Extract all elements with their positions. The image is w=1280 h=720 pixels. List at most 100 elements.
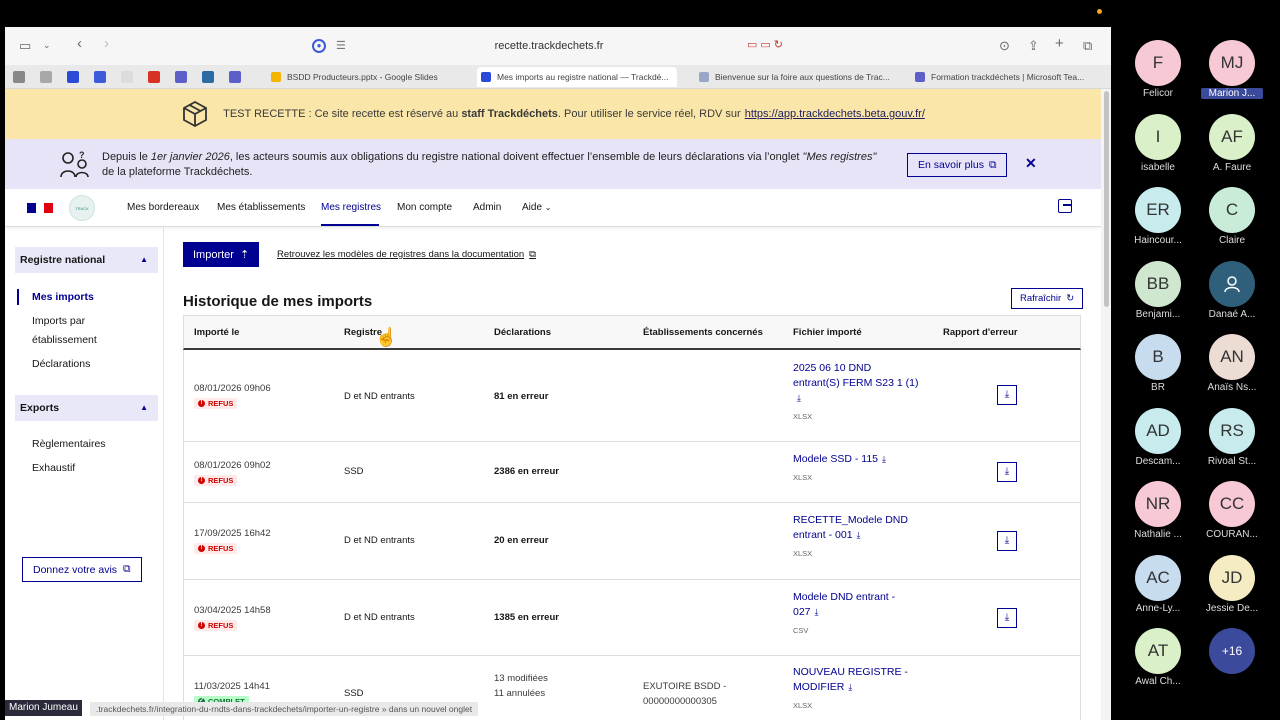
file-link[interactable]: RECETTE_Modele DND entrant - 001 ⤓ XLSX	[793, 513, 933, 561]
file-link[interactable]: Modele SSD - 115 ⤓ XLSX	[793, 452, 933, 485]
participant-tile[interactable]: BB Benjami...	[1118, 260, 1198, 320]
tabs-overview-icon[interactable]: ⧉	[1083, 38, 1092, 54]
participant-name: Jessie De...	[1205, 602, 1259, 614]
feedback-button[interactable]: Donnez votre avis ⧉	[22, 557, 142, 582]
active-indicator	[17, 289, 19, 305]
tab-title: BSDD Producteurs.pptx - Google Slides	[287, 72, 438, 82]
share-icon[interactable]: ⇪	[1028, 38, 1039, 54]
participant-tile[interactable]: F Felicor	[1118, 40, 1198, 99]
person-icon	[1209, 260, 1255, 307]
chevron-down-icon[interactable]: ⌄	[43, 40, 51, 51]
avatar: AF	[1209, 113, 1255, 160]
sidebar-item-etablissement[interactable]: établissement	[32, 331, 97, 349]
sidebar-item-declarations[interactable]: Déclarations	[32, 355, 90, 373]
pinned-tab-icon[interactable]	[202, 70, 214, 83]
pinned-tab-icon[interactable]	[121, 70, 133, 83]
logout-icon[interactable]	[1058, 199, 1072, 213]
import-button[interactable]: Importer ⇡	[183, 242, 260, 267]
address-bar[interactable]: ● ☰ recette.trackdechets.fr ▭▭↻	[306, 35, 792, 57]
file-link[interactable]: NOUVEAU REGISTRE - MODIFIER ⤓ XLSX	[793, 665, 933, 713]
pinned-tab-icon[interactable]	[13, 70, 25, 83]
participant-tile[interactable]: B BR	[1118, 334, 1198, 393]
documentation-link[interactable]: Retrouvez les modèles de registres dans …	[277, 249, 536, 260]
participant-tile[interactable]: NR Nathalie ...	[1118, 481, 1198, 540]
table-row: 08/01/2026 09h02 ! REFUS SSD 2386 en erre…	[183, 442, 1081, 503]
download-report-button[interactable]: ⤓	[997, 608, 1017, 628]
participant-name: Nathalie ...	[1134, 529, 1182, 540]
nav-compte[interactable]: Mon compte	[397, 202, 452, 213]
participant-tile[interactable]: Danaé A...	[1192, 260, 1272, 320]
participant-name: BR	[1151, 382, 1165, 393]
file-link[interactable]: Modele DND entrant - 027 ⤓ CSV	[793, 590, 933, 638]
tab-registres[interactable]: Mes imports au registre national — Track…	[477, 67, 677, 87]
participant-tile[interactable]: AN Anaïs Ns...	[1192, 334, 1272, 393]
learn-more-button[interactable]: En savoir plus ⧉	[907, 153, 1008, 177]
close-icon[interactable]: ✕	[1025, 155, 1037, 172]
table-row: 08/01/2026 09h06 ! REFUS D et ND entrants…	[183, 350, 1081, 442]
sidebar-group-exports[interactable]: Exports ▲	[15, 395, 158, 421]
participant-tile[interactable]: AD Descam...	[1118, 407, 1198, 467]
file-link[interactable]: 2025 06 10 DND entrant(S) FERM S23 1 (1) …	[793, 361, 933, 424]
participant-tile[interactable]: CC COURAN...	[1192, 481, 1272, 540]
reader-icon[interactable]: ☰	[336, 39, 346, 52]
pinned-tab-icon[interactable]	[175, 70, 187, 83]
sidebar-item-imports-par[interactable]: Imports par	[32, 312, 85, 330]
more-participants-button[interactable]: +16	[1192, 628, 1272, 674]
password-manager-icon[interactable]: ●	[312, 39, 326, 53]
sidebar-item-exhaustif[interactable]: Exhaustif	[32, 459, 75, 477]
tab-slides[interactable]: BSDD Producteurs.pptx - Google Slides	[267, 67, 467, 87]
pinned-tab-icon[interactable]	[67, 70, 79, 83]
pinned-tab-icon[interactable]	[94, 70, 106, 83]
participant-tile[interactable]: MJ Marion J...	[1192, 40, 1272, 99]
page-scrollbar[interactable]	[1101, 89, 1111, 720]
avatar: RS	[1209, 407, 1255, 454]
screen: ▭ ⌄ ‹ › ● ☰ recette.trackdechets.fr ▭▭↻ …	[0, 0, 1280, 720]
table-header: Importé le Registre Déclarations Établis…	[183, 315, 1081, 350]
participant-tile[interactable]: RS Rivoal St...	[1192, 407, 1272, 467]
download-report-button[interactable]: ⤓	[997, 385, 1017, 405]
avatar: AT	[1135, 628, 1181, 674]
nav-admin[interactable]: Admin	[473, 202, 501, 213]
nav-aide[interactable]: Aide ⌄	[522, 202, 552, 213]
nav-etablissements[interactable]: Mes établissements	[217, 202, 305, 213]
imports-table: Importé le Registre Déclarations Établis…	[183, 315, 1081, 720]
download-icon[interactable]: ⊙	[999, 38, 1010, 54]
nav-bordereaux[interactable]: Mes bordereaux	[127, 202, 199, 213]
pinned-tab-icon[interactable]	[40, 70, 52, 83]
trackdechets-logo[interactable]: TRACK	[69, 195, 95, 221]
sidebar-toggle-icon[interactable]: ▭	[19, 38, 31, 54]
participant-tile[interactable]: AF A. Faure	[1192, 113, 1272, 173]
participant-name: Descam...	[1135, 455, 1181, 467]
avatar: AD	[1135, 407, 1181, 454]
back-icon[interactable]: ‹	[77, 35, 82, 52]
participant-name: Benjami...	[1135, 308, 1181, 320]
tab-teams[interactable]: Formation trackdéchets | Microsoft Tea..…	[911, 67, 1101, 87]
participant-tile[interactable]: Iisabelle	[1118, 113, 1198, 173]
forward-icon[interactable]: ›	[104, 35, 109, 52]
download-report-button[interactable]: ⤓	[997, 462, 1017, 482]
nav-registres[interactable]: Mes registres	[321, 202, 381, 213]
participant-tile[interactable]: AC Anne-Ly...	[1118, 554, 1198, 614]
participant-tile[interactable]: AT Awal Ch...	[1118, 628, 1198, 687]
chevron-up-icon: ▲	[140, 403, 148, 412]
pinned-tab-icon[interactable]	[229, 70, 241, 83]
tab-faq[interactable]: Bienvenue sur la foire aux questions de …	[695, 67, 895, 87]
extensions-icon[interactable]: ▭▭↻	[747, 38, 786, 51]
sidebar-group-registre[interactable]: Registre national ▲	[15, 247, 158, 273]
download-report-button[interactable]: ⤓	[997, 531, 1017, 551]
participant-tile[interactable]: C Claire	[1192, 187, 1272, 246]
refresh-button[interactable]: Rafraîchir ↻	[1011, 288, 1084, 309]
participant-tile[interactable]: ER Haincour...	[1118, 187, 1198, 246]
new-tab-icon[interactable]: +	[1055, 35, 1064, 52]
tab-title: Bienvenue sur la foire aux questions de …	[715, 72, 890, 82]
external-link-icon: ⧉	[988, 158, 997, 171]
prod-link[interactable]: https://app.trackdechets.beta.gouv.fr/	[745, 108, 925, 120]
participant-tile[interactable]: JD Jessie De...	[1192, 554, 1272, 614]
sidebar-item-mes-imports[interactable]: Mes imports	[32, 288, 94, 306]
scroll-thumb[interactable]	[1104, 91, 1109, 307]
declarations-cell: 1385 en erreur	[494, 612, 559, 623]
pinned-tab-icon[interactable]	[148, 70, 160, 83]
url-text: recette.trackdechets.fr	[494, 40, 604, 52]
sidebar-item-reglementaires[interactable]: Règlementaires	[32, 435, 106, 453]
download-icon: ⤓	[848, 682, 853, 692]
